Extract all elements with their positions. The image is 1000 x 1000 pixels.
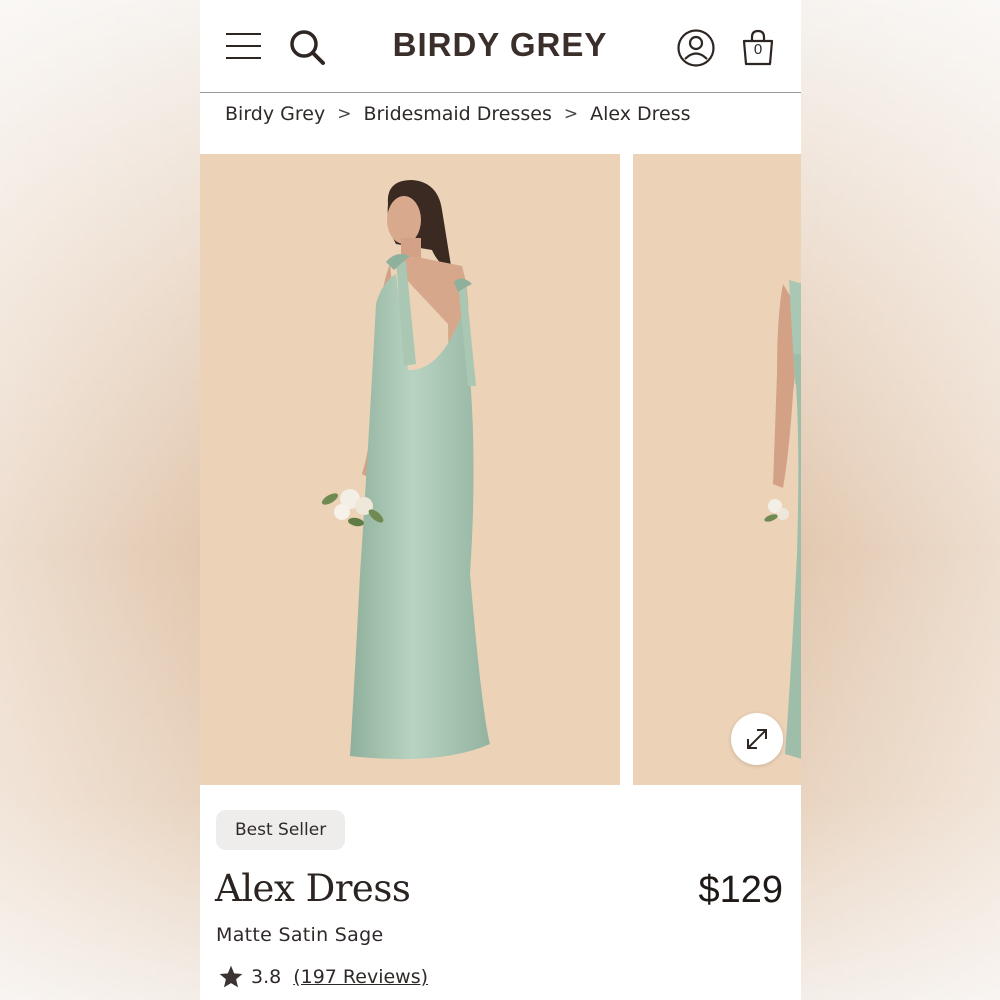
product-rating: 3.8 (197 Reviews) [218,964,428,990]
breadcrumb-separator: > [563,104,579,124]
menu-icon[interactable] [226,30,262,62]
breadcrumb-category[interactable]: Bridesmaid Dresses [363,103,551,125]
best-seller-badge: Best Seller [216,810,346,850]
expand-image-button[interactable] [731,713,783,765]
product-variant: Matte Satin Sage [216,924,384,946]
brand-logo[interactable]: BIRDY GREY [350,26,650,64]
product-price: $129 [698,869,783,911]
product-title: Alex Dress [215,867,411,910]
breadcrumb: Birdy Grey > Bridesmaid Dresses > Alex D… [225,101,691,127]
backdrop-left [0,0,200,1000]
bag-count: 0 [753,41,763,58]
product-image-back-view[interactable] [200,154,620,785]
header-divider [200,92,801,93]
rating-value: 3.8 [251,966,282,988]
backdrop-right [800,0,1000,1000]
breadcrumb-home[interactable]: Birdy Grey [225,103,325,125]
product-gallery[interactable] [200,154,801,785]
site-header: BIRDY GREY 0 [200,0,801,92]
product-image-side-view[interactable] [633,154,801,785]
breadcrumb-current: Alex Dress [590,103,691,125]
bag-icon[interactable]: 0 [738,28,778,68]
account-icon[interactable] [676,28,716,68]
breadcrumb-separator: > [337,104,352,124]
reviews-link[interactable]: (197 Reviews) [293,966,428,988]
star-icon [219,965,243,988]
expand-icon [747,729,767,749]
search-icon[interactable] [288,28,326,66]
product-page: BIRDY GREY 0 Birdy Grey > Bridesmaid Dre… [200,0,801,1000]
